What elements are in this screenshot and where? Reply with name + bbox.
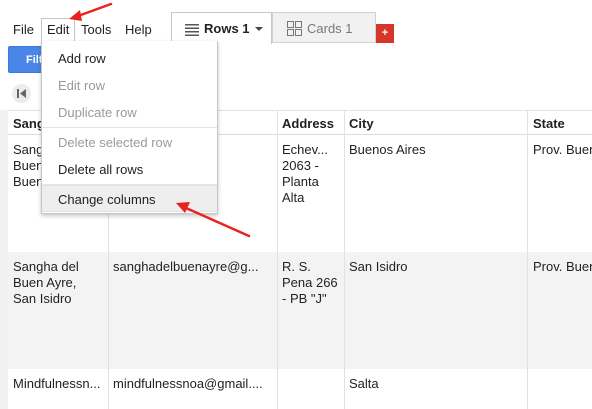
annotation-arrows: [69, 2, 251, 238]
arrow-to-edit-menu: [69, 2, 113, 21]
arrow-to-change-columns: [176, 202, 251, 238]
app-window: File Edit Tools Help Rows 1 Cards 1 + Fi…: [0, 0, 592, 409]
